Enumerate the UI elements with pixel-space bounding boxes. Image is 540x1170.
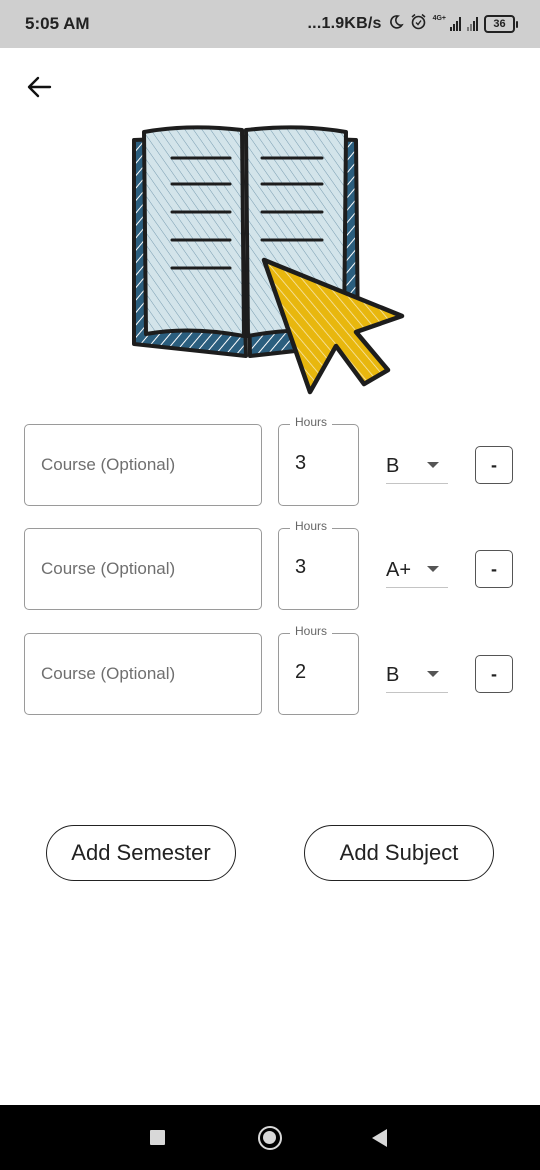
remove-course-button[interactable]: - xyxy=(475,655,513,693)
hours-field[interactable]: Hours 2 xyxy=(278,624,359,715)
add-semester-button[interactable]: Add Semester xyxy=(46,825,236,881)
battery-icon: 36 xyxy=(484,15,518,33)
arrow-left-icon xyxy=(27,76,52,98)
caret-down-icon xyxy=(427,566,439,572)
network-type: 4G+ xyxy=(432,14,446,22)
course-row: Hours 3 B - xyxy=(0,415,540,508)
status-icons: ...1.9KB/s 4G+ 36 xyxy=(308,13,518,35)
grade-dropdown[interactable]: B xyxy=(386,446,448,484)
course-input[interactable] xyxy=(41,559,251,579)
hours-value[interactable]: 2 xyxy=(295,661,306,684)
status-time: 5:05 AM xyxy=(25,14,90,33)
home-icon[interactable] xyxy=(258,1126,282,1150)
remove-course-button[interactable]: - xyxy=(475,550,513,588)
back-button[interactable] xyxy=(22,70,56,104)
grade-dropdown[interactable]: A+ xyxy=(386,550,448,588)
add-subject-button[interactable]: Add Subject xyxy=(304,825,494,881)
course-input[interactable] xyxy=(41,455,251,475)
alarm-icon xyxy=(410,13,427,35)
course-field[interactable] xyxy=(24,528,262,610)
course-field[interactable] xyxy=(24,424,262,506)
hours-label: Hours xyxy=(290,624,333,638)
network-speed: ...1.9KB/s xyxy=(307,15,382,32)
battery-level: 36 xyxy=(484,15,515,33)
grade-value: B xyxy=(386,664,400,686)
back-triangle-icon[interactable] xyxy=(372,1129,387,1147)
hours-value[interactable]: 3 xyxy=(295,452,306,475)
hours-field[interactable]: Hours 3 xyxy=(278,519,359,610)
course-row: Hours 3 A+ - xyxy=(0,519,540,612)
signal-icon xyxy=(467,17,478,31)
remove-course-button[interactable]: - xyxy=(475,446,513,484)
recents-icon[interactable] xyxy=(150,1130,165,1145)
grade-value: A+ xyxy=(386,559,412,581)
caret-down-icon xyxy=(427,462,439,468)
status-bar: 5:05 AM ...1.9KB/s 4G+ 36 xyxy=(0,0,540,48)
grade-value: B xyxy=(386,455,400,477)
moon-icon xyxy=(388,14,404,35)
hours-label: Hours xyxy=(290,519,333,533)
hours-label: Hours xyxy=(290,415,333,429)
book-with-cursor-illustration xyxy=(132,125,405,395)
hours-field[interactable]: Hours 3 xyxy=(278,415,359,506)
navigation-bar xyxy=(0,1105,540,1170)
grade-dropdown[interactable]: B xyxy=(386,655,448,693)
caret-down-icon xyxy=(427,671,439,677)
course-row: Hours 2 B - xyxy=(0,624,540,717)
signal-icon xyxy=(450,17,461,31)
course-input[interactable] xyxy=(41,664,251,684)
course-field[interactable] xyxy=(24,633,262,715)
hours-value[interactable]: 3 xyxy=(295,556,306,579)
